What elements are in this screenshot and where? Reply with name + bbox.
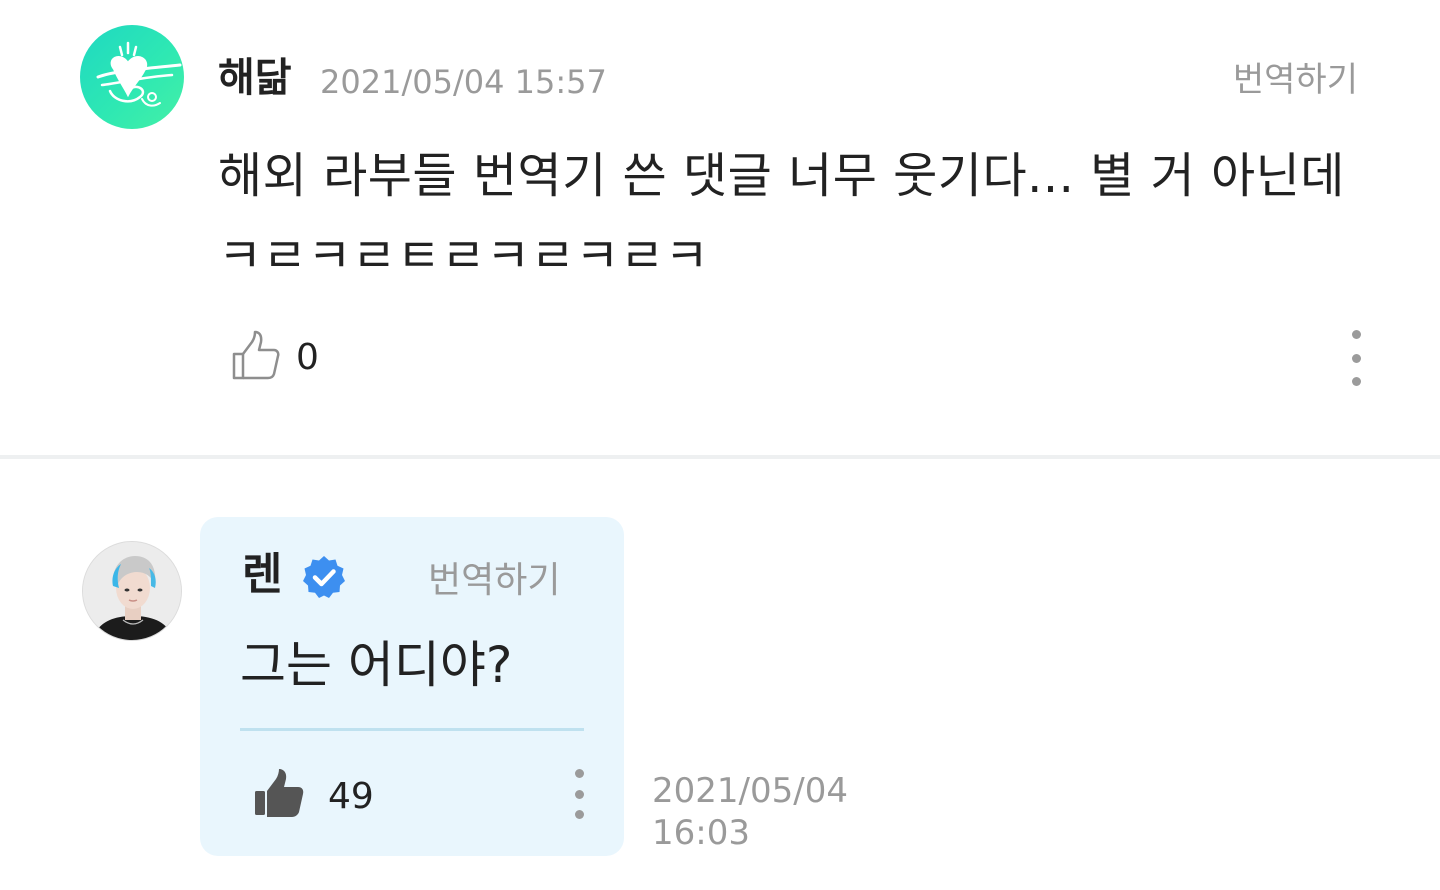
reply-bubble: 렌 번역하기 그는 어디야? 49 bbox=[200, 517, 624, 856]
thumbs-up-filled-icon bbox=[255, 769, 304, 817]
reply-text: 그는 어디야? bbox=[240, 636, 513, 694]
comment-item: 해닮 2021/05/04 15:57 번역하기 해외 라부들 번역기 쓴 댓글… bbox=[0, 0, 1440, 456]
more-vertical-icon bbox=[562, 769, 596, 819]
more-vertical-icon bbox=[1338, 330, 1374, 386]
reply-author[interactable]: 렌 bbox=[242, 547, 282, 603]
comment-timestamp: 2021/05/04 15:57 bbox=[320, 63, 607, 101]
more-options-button[interactable] bbox=[562, 769, 596, 819]
comment-author[interactable]: 해닮 bbox=[218, 48, 292, 108]
like-count: 0 bbox=[296, 337, 319, 378]
bubble-divider bbox=[240, 728, 584, 731]
like-button[interactable] bbox=[228, 328, 284, 384]
like-count: 49 bbox=[328, 776, 374, 817]
reply-time: 16:03 bbox=[652, 813, 750, 853]
more-options-button[interactable] bbox=[1338, 330, 1374, 386]
reply-date: 2021/05/04 bbox=[652, 771, 848, 811]
user-avatar[interactable] bbox=[80, 25, 184, 129]
translate-button[interactable]: 번역하기 bbox=[1233, 56, 1358, 104]
profile-photo-icon bbox=[83, 542, 181, 640]
divider bbox=[0, 455, 1440, 459]
reply-avatar[interactable] bbox=[82, 541, 182, 641]
verified-badge-icon bbox=[303, 556, 345, 598]
translate-button[interactable]: 번역하기 bbox=[428, 555, 560, 607]
like-button[interactable] bbox=[252, 767, 306, 821]
heart-logo-icon bbox=[96, 41, 182, 107]
reply-timestamp: 2021/05/04 16:03 bbox=[652, 770, 872, 854]
comment-text: 해외 라부들 번역기 쓴 댓글 너무 웃기다... 별 거 아닌데 ㅋㄹㅋㄹㅌㄹ… bbox=[218, 148, 1345, 284]
thumbs-up-outline-icon bbox=[232, 330, 280, 380]
verified-badge bbox=[300, 553, 348, 601]
